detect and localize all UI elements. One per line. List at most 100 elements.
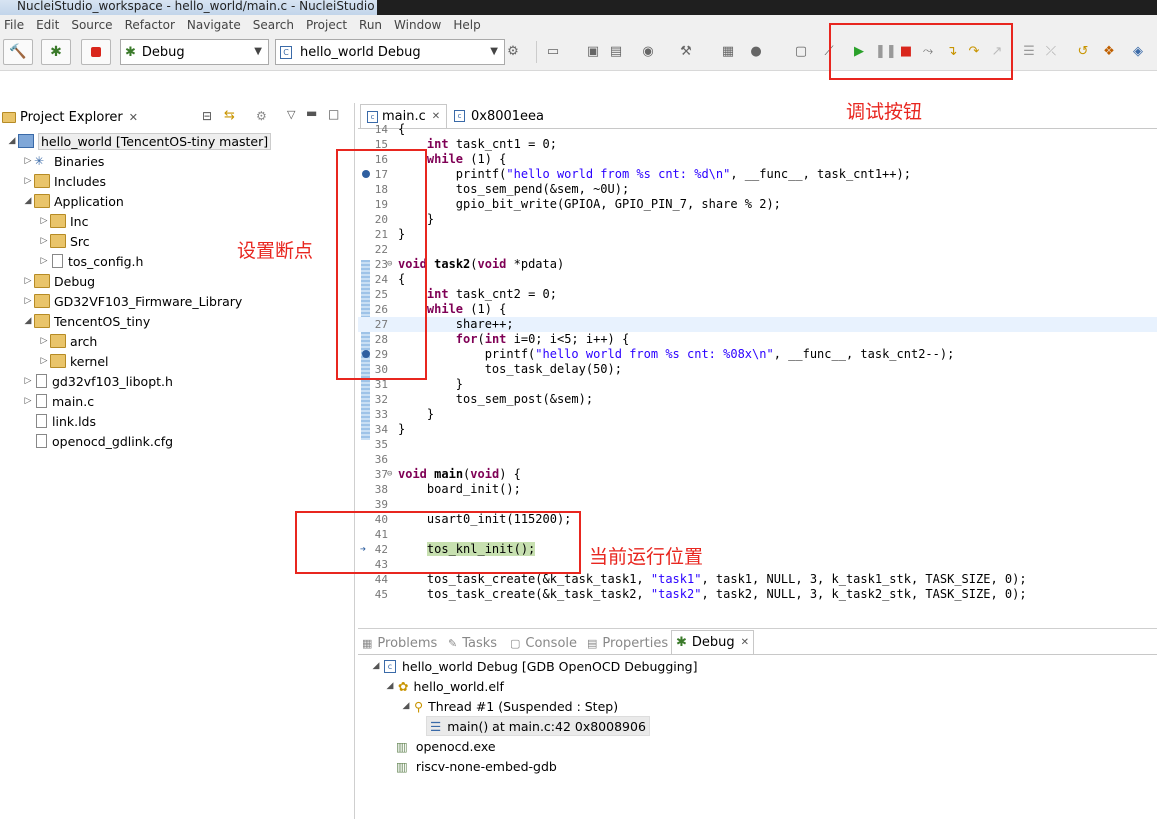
tree-item-debug[interactable]: ▷ Debug	[22, 271, 96, 291]
save-all-icon[interactable]: ▤	[608, 44, 624, 60]
code-line[interactable]: 36	[358, 452, 1157, 467]
expanded-arrow-icon[interactable]: ◢	[370, 661, 382, 671]
expanded-arrow-icon[interactable]: ◢	[6, 136, 18, 146]
tree-item-includes[interactable]: ▷ Includes	[22, 171, 106, 191]
menu-help[interactable]: Help	[453, 18, 480, 32]
restart-icon[interactable]: ↺	[1075, 44, 1091, 60]
code-line[interactable]: 23 ⊖ void task2(void *pdata)	[358, 257, 1157, 272]
tree-item-inc[interactable]: ▷ Inc	[38, 211, 89, 231]
new-class-icon[interactable]: ◈	[1130, 44, 1146, 60]
menu-refactor[interactable]: Refactor	[125, 18, 175, 32]
code-line[interactable]: 15 int task_cnt1 = 0;	[358, 137, 1157, 152]
tree-item-libopt[interactable]: ▷ gd32vf103_libopt.h	[22, 371, 173, 391]
maximize-icon[interactable]: □	[328, 107, 339, 121]
expanded-arrow-icon[interactable]: ◢	[384, 681, 396, 691]
close-icon[interactable]: ✕	[129, 111, 138, 124]
collapsed-arrow-icon[interactable]: ▷	[38, 236, 50, 246]
code-line[interactable]: 16 while (1) {	[358, 152, 1157, 167]
code-line[interactable]: 17 printf("hello world from %s cnt: %d\n…	[358, 167, 1157, 182]
debug-stack-frame-item[interactable]: ☰ main() at main.c:42 0x8008906	[426, 716, 650, 736]
menu-edit[interactable]: Edit	[36, 18, 59, 32]
tree-item-src[interactable]: ▷ Src	[38, 231, 90, 251]
new-icon[interactable]: ▭	[545, 44, 561, 60]
code-line[interactable]: 28 for(int i=0; i<5; i++) {	[358, 332, 1157, 347]
code-line[interactable]: 35	[358, 437, 1157, 452]
menu-project[interactable]: Project	[306, 18, 347, 32]
code-line[interactable]: 22	[358, 242, 1157, 257]
debug-launch-item[interactable]: ◢ c hello_world Debug [GDB OpenOCD Debug…	[370, 656, 698, 676]
line-number[interactable]: 33	[358, 407, 388, 422]
line-number[interactable]: 37	[358, 467, 388, 482]
code-line[interactable]: 25 int task_cnt2 = 0;	[358, 287, 1157, 302]
code-line[interactable]: 21}	[358, 227, 1157, 242]
line-number[interactable]: 45	[358, 587, 388, 602]
collapsed-arrow-icon[interactable]: ▷	[22, 396, 34, 406]
code-line[interactable]: 20 }	[358, 212, 1157, 227]
menu-window[interactable]: Window	[394, 18, 441, 32]
code-line[interactable]: 45 tos_task_create(&k_task_task2, "task2…	[358, 587, 1157, 602]
binary-icon[interactable]: ▦	[720, 44, 736, 60]
tree-item-tos-config[interactable]: ▷ tos_config.h	[38, 251, 144, 271]
tree-item-link-lds[interactable]: link.lds	[22, 411, 96, 431]
menu-run[interactable]: Run	[359, 18, 382, 32]
debug-elf-item[interactable]: ◢ ✿ hello_world.elf	[384, 676, 504, 696]
line-number[interactable]: 32	[358, 392, 388, 407]
debug-launch-button[interactable]: ✱	[41, 39, 71, 65]
instruction-step-icon[interactable]: ☰	[1021, 44, 1037, 60]
code-line[interactable]: 31 }	[358, 377, 1157, 392]
tree-item-main-c[interactable]: ▷ main.c	[22, 391, 95, 411]
close-icon[interactable]: ✕	[741, 637, 749, 648]
menu-file[interactable]: File	[4, 18, 24, 32]
tree-item-project[interactable]: ◢ hello_world [TencentOS-tiny master]	[6, 131, 272, 151]
code-line[interactable]: 26 while (1) {	[358, 302, 1157, 317]
stop-button[interactable]	[81, 39, 111, 65]
fold-collapse-icon[interactable]: ⊖	[387, 467, 392, 482]
console-icon[interactable]: ▢	[793, 44, 809, 60]
globe-icon[interactable]: ◉	[640, 44, 656, 60]
close-icon[interactable]: ✕	[432, 111, 440, 122]
tree-item-arch[interactable]: ▷ arch	[38, 331, 98, 351]
code-line[interactable]: 32 tos_sem_post(&sem);	[358, 392, 1157, 407]
gear-icon[interactable]: ⚙	[505, 44, 521, 60]
menu-source[interactable]: Source	[71, 18, 112, 32]
code-line[interactable]: 30 tos_task_delay(50);	[358, 362, 1157, 377]
code-line[interactable]: 18 tos_sem_pend(&sem, ~0U);	[358, 182, 1157, 197]
expanded-arrow-icon[interactable]: ◢	[400, 701, 412, 711]
line-number[interactable]: 44	[358, 572, 388, 587]
expanded-arrow-icon[interactable]: ◢	[22, 316, 34, 326]
launch-config-select[interactable]: C hello_world Debug ▼	[275, 39, 505, 65]
debug-thread-item[interactable]: ◢ ⚲ Thread #1 (Suspended : Step)	[400, 696, 619, 716]
tree-item-firmware-library[interactable]: ▷ GD32VF103_Firmware_Library	[22, 291, 243, 311]
collapsed-arrow-icon[interactable]: ▷	[22, 176, 34, 186]
line-number[interactable]: 36	[358, 452, 388, 467]
tab-properties[interactable]: ▤ Properties	[587, 630, 668, 656]
line-number[interactable]: 34	[358, 422, 388, 437]
line-number[interactable]: 35	[358, 437, 388, 452]
code-line[interactable]: 14 {	[358, 122, 1157, 137]
code-line[interactable]: 39	[358, 497, 1157, 512]
collapsed-arrow-icon[interactable]: ▷	[22, 296, 34, 306]
code-line[interactable]: 19 gpio_bit_write(GPIOA, GPIO_PIN_7, sha…	[358, 197, 1157, 212]
tree-item-openocd-cfg[interactable]: openocd_gdlink.cfg	[22, 431, 173, 451]
line-number[interactable]: 14	[358, 122, 388, 137]
build-hammer-button[interactable]: 🔨	[3, 39, 33, 65]
tab-tasks[interactable]: ✎ Tasks	[448, 630, 497, 656]
drop-frame-icon[interactable]: ⤫	[1043, 44, 1059, 60]
filter-icon[interactable]: ⚙	[256, 109, 267, 123]
build-icon[interactable]: ⚒	[678, 44, 694, 60]
collapsed-arrow-icon[interactable]: ▷	[38, 256, 50, 266]
tree-item-kernel[interactable]: ▷ kernel	[38, 351, 109, 371]
tab-debug[interactable]: ✱ Debug ✕	[671, 630, 755, 654]
line-number[interactable]: 39	[358, 497, 388, 512]
collapsed-arrow-icon[interactable]: ▷	[22, 376, 34, 386]
code-line[interactable]: 27 share++;	[358, 317, 1157, 332]
minimize-icon[interactable]: ▬	[306, 106, 317, 120]
collapsed-arrow-icon[interactable]: ▷	[22, 276, 34, 286]
link-editor-icon[interactable]: ⇆	[224, 108, 235, 123]
launch-mode-select[interactable]: ✱ Debug ▼	[120, 39, 269, 65]
code-line[interactable]: 33 }	[358, 407, 1157, 422]
tree-item-tencentos-tiny[interactable]: ◢ TencentOS_tiny	[22, 311, 151, 331]
collapse-all-icon[interactable]: ⊟	[202, 109, 212, 123]
code-line[interactable]: 44 tos_task_create(&k_task_task1, "task1…	[358, 572, 1157, 587]
collapsed-arrow-icon[interactable]: ▷	[22, 156, 34, 166]
